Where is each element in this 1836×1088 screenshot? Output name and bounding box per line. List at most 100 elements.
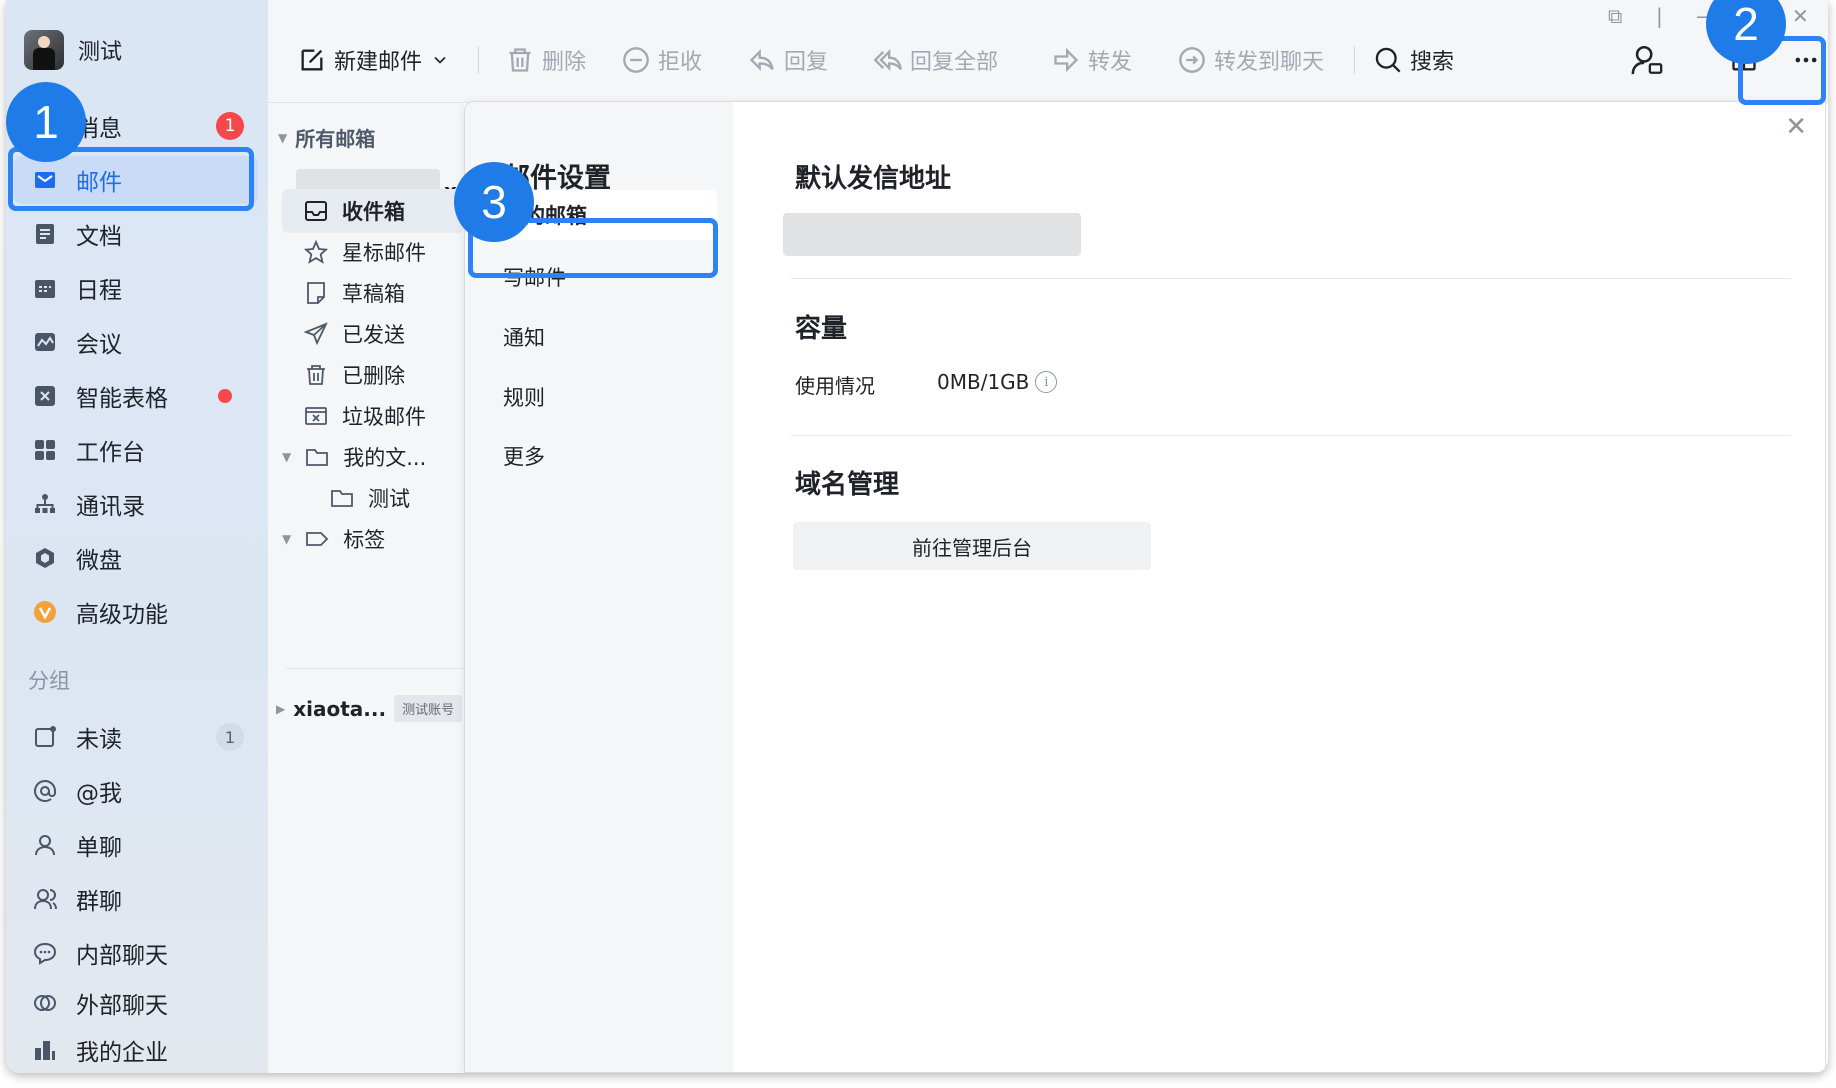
reply-label: 回复 (784, 50, 829, 75)
delete-label: 删除 (542, 50, 587, 75)
reply-button[interactable]: 回复 (748, 40, 828, 80)
smart-sheet-icon (32, 383, 58, 409)
rail-item-mentions[interactable]: @我 (14, 767, 258, 815)
meeting-icon (32, 329, 58, 355)
folder-label: 垃圾邮件 (342, 405, 426, 429)
forward-to-chat-button[interactable]: 转发到聊天 (1178, 40, 1324, 80)
default-address-value-redacted[interactable] (783, 213, 1081, 256)
app-window: 测试 消息 1 邮件 文档 日程 会议 智能表格 工作台 通讯录 微盘 高级功能… (6, 0, 1828, 1073)
settings-nav-notifications[interactable]: 通知 (479, 312, 717, 362)
search-button[interactable]: 搜索 (1374, 40, 1454, 80)
go-to-admin-button[interactable]: 前往管理后台 (793, 522, 1151, 570)
rail-item-label: 外部聊天 (76, 993, 168, 1019)
forward-icon (1054, 47, 1079, 73)
reply-all-label: 回复全部 (910, 50, 999, 75)
rail-item-drive[interactable]: 微盘 (14, 534, 258, 582)
calendar-icon (32, 275, 58, 301)
forward-label: 转发 (1088, 50, 1133, 75)
folder-spam[interactable]: 垃圾邮件 (282, 394, 464, 438)
folder-drafts[interactable]: 草稿箱 (282, 271, 464, 315)
usage-value: 0MB/1GB (937, 370, 1030, 394)
folder-test[interactable]: 测试 (308, 476, 490, 520)
unread-badge: 1 (216, 112, 244, 140)
reply-all-button[interactable]: 回复全部 (874, 40, 998, 80)
rail-item-docs[interactable]: 文档 (14, 210, 258, 258)
premium-icon (32, 599, 58, 625)
rail-item-label: 我的企业 (76, 1040, 168, 1066)
drive-icon (32, 545, 58, 571)
unread-icon (32, 724, 58, 750)
settings-nav-more[interactable]: 更多 (479, 431, 717, 481)
rail-item-single-chat[interactable]: 单聊 (14, 821, 258, 869)
mail-toolbar: 新建邮件 删除 拒收 回复 回复全部 转发 转发到聊天 搜索 ⧉ | ✕ (268, 0, 1828, 103)
rail-item-label: 单聊 (76, 835, 122, 861)
folder-icon (331, 490, 353, 507)
close-icon[interactable]: ✕ (1785, 112, 1807, 142)
rail-item-label: 内部聊天 (76, 943, 168, 969)
enterprise-icon (32, 1037, 58, 1063)
avatar[interactable] (24, 30, 64, 70)
contact-card-icon (1631, 45, 1663, 75)
rail-item-label: 智能表格 (76, 386, 168, 412)
trash-icon (509, 48, 531, 72)
reply-icon (749, 49, 774, 71)
folder-sent[interactable]: 已发送 (282, 312, 464, 356)
rail-item-calendar[interactable]: 日程 (14, 264, 258, 312)
close-window-icon[interactable]: ✕ (1792, 4, 1809, 28)
info-icon[interactable]: i (1035, 371, 1058, 393)
step-3-marker: 3 (454, 162, 534, 242)
unread-count: 1 (216, 723, 244, 751)
chevron-down-icon[interactable] (430, 50, 450, 70)
folder-starred[interactable]: 星标邮件 (282, 230, 464, 274)
toolbar-divider (1354, 46, 1355, 74)
folder-label: 我的文... (343, 446, 427, 470)
rail-section-title: 分组 (28, 669, 70, 693)
delete-button[interactable]: 删除 (506, 40, 586, 80)
internal-chat-icon (32, 940, 58, 966)
caret-down-icon: ▼ (278, 130, 288, 145)
folder-tags[interactable]: ▼ 标签 (272, 517, 454, 561)
account-tag: 测试账号 (394, 695, 463, 722)
user-profile[interactable]: 测试 (24, 30, 122, 70)
rail-item-label: 未读 (76, 727, 122, 753)
folder-pane: ▼ 所有邮箱 x 收件箱 星标邮件 草稿箱 已发送 已删除 垃圾邮件 (268, 103, 464, 1073)
rail-item-enterprise[interactable]: 我的企业 (14, 1026, 258, 1073)
folder-inbox[interactable]: 收件箱 (282, 189, 464, 233)
forward-chat-label: 转发到聊天 (1214, 50, 1325, 75)
folder-icon (306, 449, 329, 466)
rail-item-smart-sheet[interactable]: 智能表格 (14, 372, 258, 420)
rail-item-premium[interactable]: 高级功能 (14, 588, 258, 636)
rail-item-unread[interactable]: 未读 1 (14, 713, 258, 761)
secondary-account[interactable]: ▶ xiaota... 测试账号 (276, 695, 463, 722)
forward-button[interactable]: 转发 (1052, 40, 1132, 80)
rail-item-external-chat[interactable]: 外部聊天 (14, 983, 258, 1023)
rail-item-workbench[interactable]: 工作台 (14, 426, 258, 474)
reply-all-icon (874, 49, 902, 71)
all-mailboxes-header[interactable]: ▼ 所有邮箱 (278, 123, 375, 152)
folder-label: 已发送 (342, 323, 405, 347)
drafts-icon (307, 282, 325, 304)
rail-item-internal-chat[interactable]: 内部聊天 (14, 929, 258, 977)
folder-my-folders[interactable]: ▼ 我的文... (272, 435, 454, 479)
docs-icon (32, 221, 58, 247)
mention-icon (32, 778, 58, 804)
folder-label: 星标邮件 (342, 241, 426, 265)
reject-label: 拒收 (658, 50, 703, 75)
workbench-icon (32, 437, 58, 463)
toolbar-divider: | (1656, 4, 1663, 28)
contact-card-button[interactable] (1630, 40, 1664, 80)
folder-deleted[interactable]: 已删除 (282, 353, 464, 397)
restore-window-icon[interactable]: ⧉ (1608, 4, 1622, 28)
rail-item-meeting[interactable]: 会议 (14, 318, 258, 366)
rail-item-group-chat[interactable]: 群聊 (14, 875, 258, 923)
caret-down-icon: ▼ (282, 532, 292, 546)
usage-label: 使用情况 (795, 374, 875, 398)
rail-item-contacts[interactable]: 通讯录 (14, 480, 258, 528)
settings-nav-rules[interactable]: 规则 (479, 372, 717, 422)
reject-button[interactable]: 拒收 (622, 40, 702, 80)
folder-label: 已删除 (342, 364, 405, 388)
rail-item-label: 会议 (76, 332, 122, 358)
external-chat-icon (32, 990, 58, 1016)
compose-button[interactable]: 新建邮件 (298, 40, 450, 80)
default-address-title: 默认发信地址 (795, 164, 952, 194)
